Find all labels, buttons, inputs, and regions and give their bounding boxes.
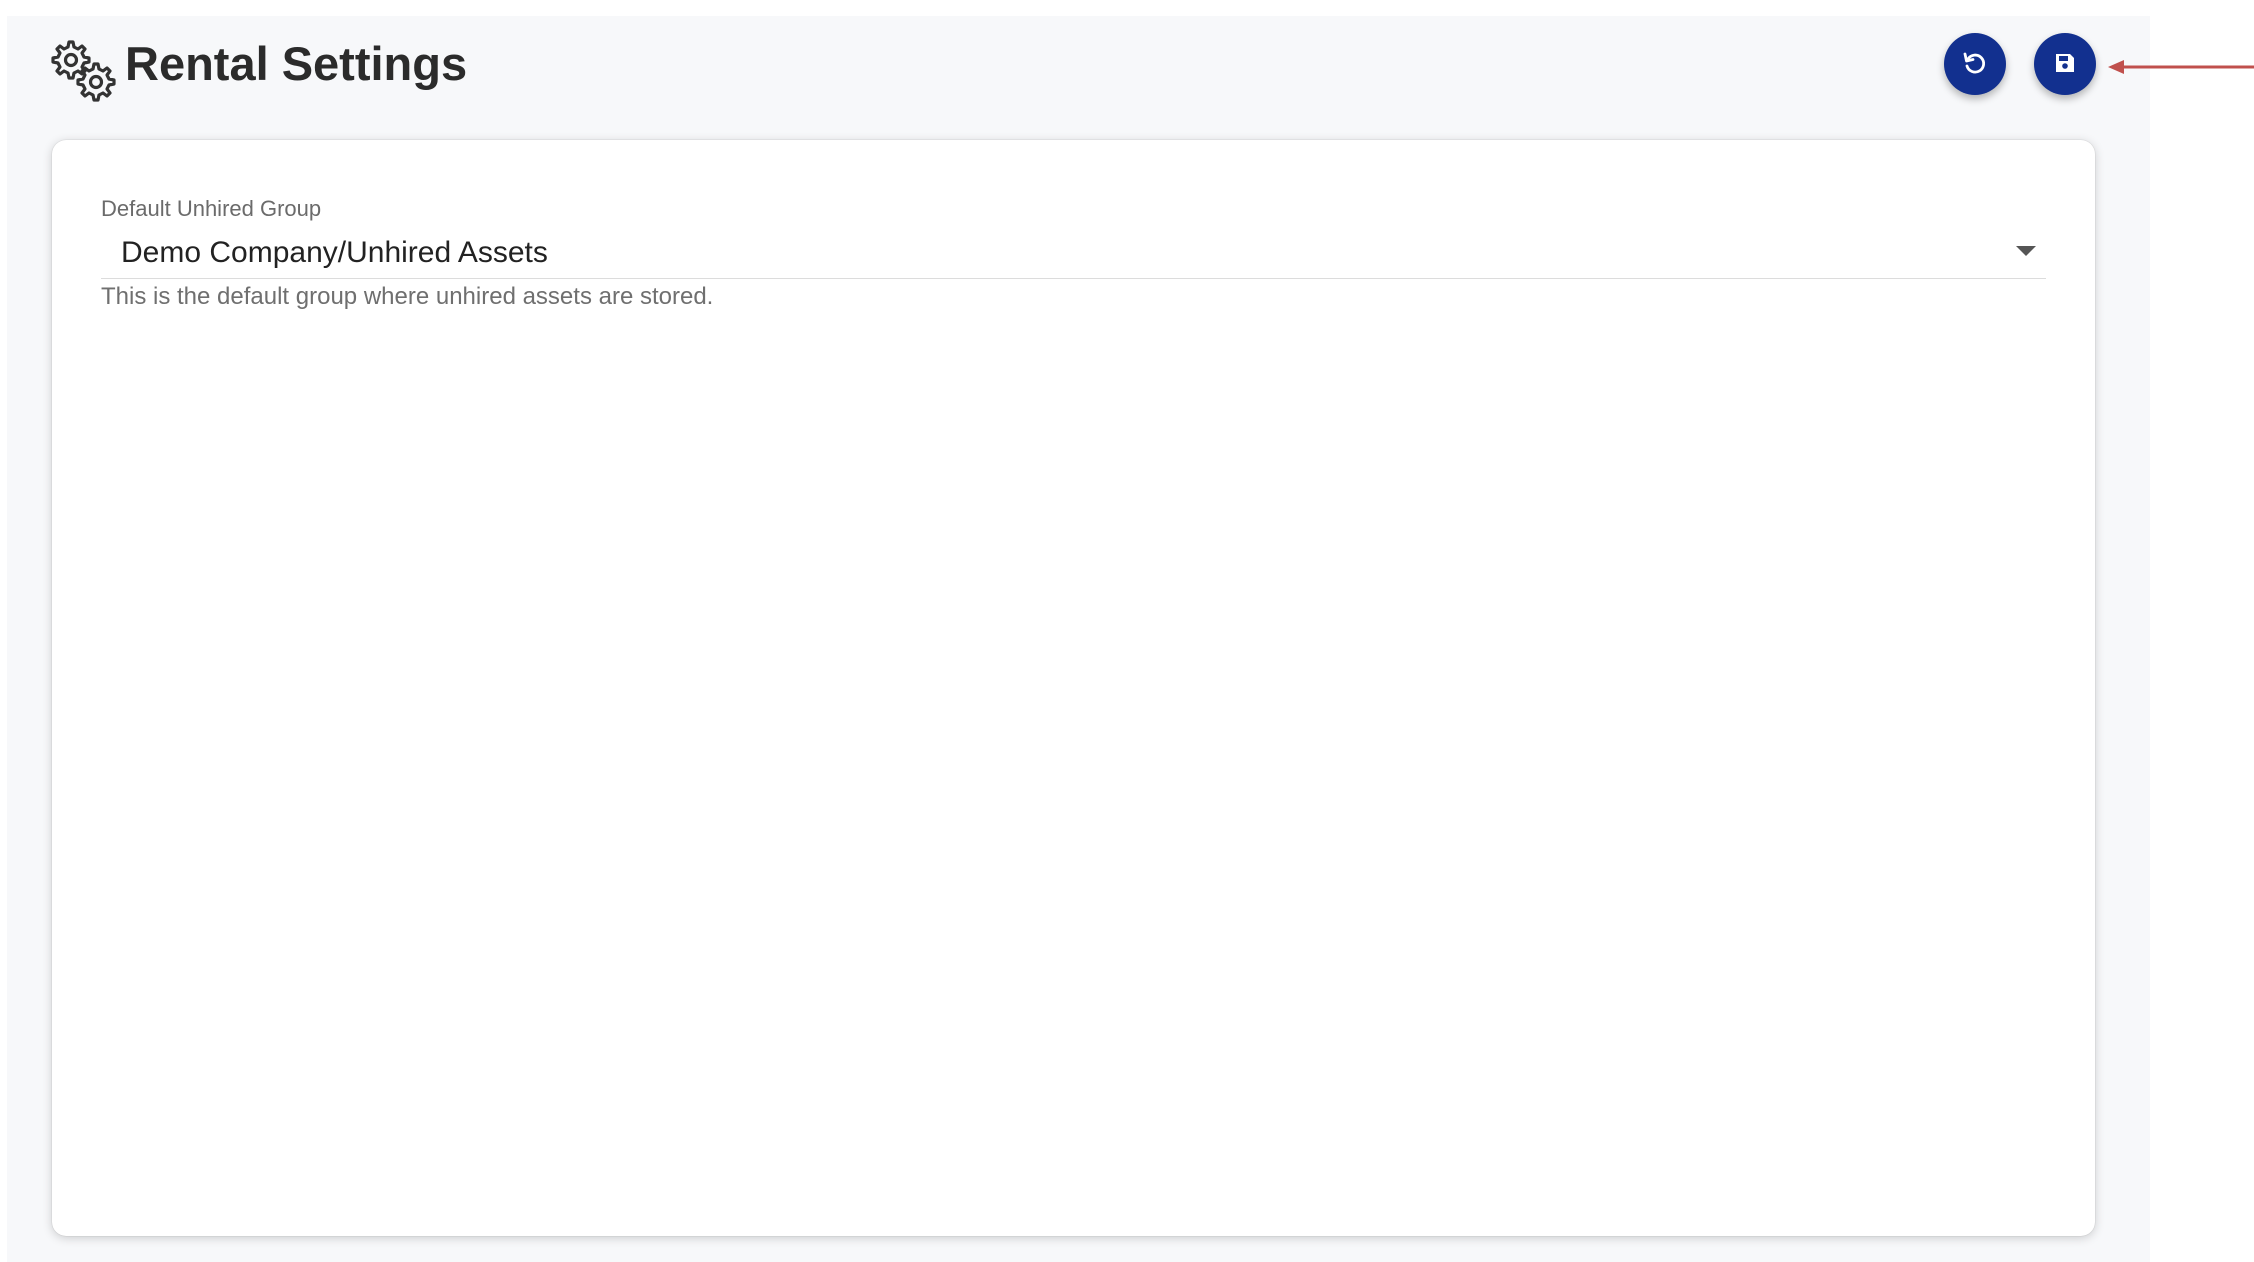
- undo-icon: [1962, 50, 1988, 79]
- default-unhired-group-select[interactable]: Demo Company/Unhired Assets: [101, 228, 2046, 279]
- settings-card: Default Unhired Group Demo Company/Unhir…: [52, 140, 2095, 1236]
- gears-icon: [47, 38, 117, 108]
- reset-button[interactable]: [1944, 33, 2006, 95]
- page-header: Rental Settings: [7, 16, 2150, 136]
- default-unhired-group-label: Default Unhired Group: [101, 196, 322, 221]
- field-helper-text: This is the default group where unhired …: [101, 283, 714, 310]
- annotation-arrow-icon: [2108, 55, 2254, 79]
- select-value: Demo Company/Unhired Assets: [121, 236, 548, 269]
- save-button[interactable]: [2034, 33, 2096, 95]
- app-window: Rental Settings Default Unhired Group De…: [7, 16, 2150, 1262]
- save-icon: [2053, 51, 2077, 78]
- page-title: Rental Settings: [125, 37, 468, 90]
- chevron-down-icon: [2016, 246, 2036, 256]
